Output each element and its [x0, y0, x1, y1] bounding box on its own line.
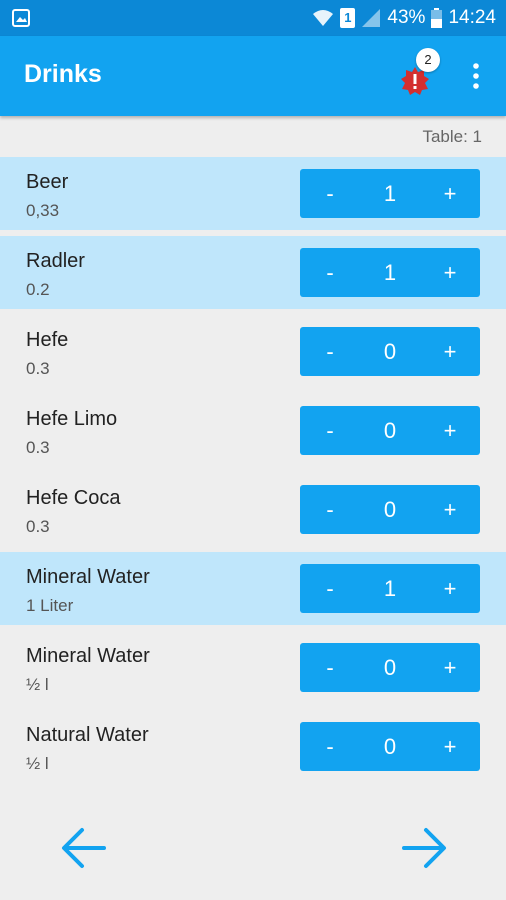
battery-icon — [431, 8, 443, 28]
increment-button[interactable]: + — [420, 485, 480, 534]
quantity-stepper: - 0 + — [300, 485, 480, 534]
page-title: Drinks — [24, 60, 102, 88]
increment-button[interactable]: + — [420, 643, 480, 692]
decrement-button[interactable]: - — [300, 406, 360, 455]
decrement-button[interactable]: - — [300, 248, 360, 297]
decrement-button[interactable]: - — [300, 564, 360, 613]
drink-row: Hefe Coca 0.3 - 0 + — [0, 473, 506, 546]
drink-size: 0.2 — [26, 280, 50, 299]
drink-size: ½ l — [26, 754, 49, 773]
drink-size: 0.3 — [26, 359, 50, 378]
increment-button[interactable]: + — [420, 722, 480, 771]
drink-row: Hefe 0.3 - 0 + — [0, 315, 506, 388]
quantity-value: 0 — [383, 655, 397, 680]
quantity-value: 1 — [383, 181, 397, 206]
quantity-stepper: - 1 + — [300, 169, 480, 218]
quantity-value: 0 — [383, 339, 397, 364]
drink-name: Mineral Water — [26, 566, 150, 588]
drink-row: Radler 0.2 - 1 + — [0, 236, 506, 309]
drink-row: Beer 0,33 - 1 + — [0, 157, 506, 230]
quantity-stepper: - 0 + — [300, 406, 480, 455]
drinks-list: Beer 0,33 - 1 + Radler 0.2 - 1 + Hefe 0.… — [0, 157, 506, 789]
drink-name: Hefe — [26, 329, 69, 351]
decrement-button[interactable]: - — [300, 485, 360, 534]
drink-row: Natural Water ½ l - 0 + — [0, 710, 506, 783]
drink-size: ½ l — [26, 675, 49, 694]
increment-button[interactable]: + — [420, 169, 480, 218]
app-bar: Drinks 2 — [0, 36, 506, 116]
drink-name: Radler — [26, 250, 85, 272]
decrement-button[interactable]: - — [300, 169, 360, 218]
quantity-stepper: - 0 + — [300, 327, 480, 376]
quantity-value: 0 — [383, 497, 397, 522]
drink-size: 0.3 — [26, 438, 50, 457]
drink-row: Hefe Limo 0.3 - 0 + — [0, 394, 506, 467]
quantity-value: 1 — [383, 576, 397, 601]
drink-name: Natural Water — [26, 724, 149, 746]
wifi-icon — [313, 10, 334, 26]
increment-button[interactable]: + — [420, 248, 480, 297]
gallery-icon — [12, 9, 30, 27]
status-bar: 1 43% 14:24 — [0, 0, 506, 36]
quantity-value: 0 — [383, 734, 397, 759]
quantity-stepper: - 0 + — [300, 643, 480, 692]
arrow-right-icon[interactable] — [400, 824, 448, 872]
drink-name: Beer — [26, 171, 69, 193]
quantity-stepper: - 0 + — [300, 722, 480, 771]
more-vert-icon[interactable] — [466, 62, 486, 90]
battery-percent: 43% — [387, 7, 426, 28]
drink-size: 0,33 — [26, 201, 60, 220]
quantity-value: 0 — [383, 418, 397, 443]
clock: 14:24 — [448, 7, 496, 28]
increment-button[interactable]: + — [420, 406, 480, 455]
drink-size: 1 Liter — [26, 596, 74, 615]
quantity-value: 1 — [383, 260, 397, 285]
drink-row: Mineral Water ½ l - 0 + — [0, 631, 506, 704]
increment-button[interactable]: + — [420, 327, 480, 376]
sim-icon: 1 — [340, 8, 356, 28]
decrement-button[interactable]: - — [300, 643, 360, 692]
table-label: Table: 1 — [422, 127, 482, 146]
decrement-button[interactable]: - — [300, 327, 360, 376]
drink-name: Hefe Limo — [26, 408, 118, 430]
decrement-button[interactable]: - — [300, 722, 360, 771]
quantity-stepper: - 1 + — [300, 248, 480, 297]
arrow-left-icon[interactable] — [60, 824, 108, 872]
drink-name: Hefe Coca — [26, 487, 121, 509]
notification-count: 2 — [416, 48, 440, 72]
drink-name: Mineral Water — [26, 645, 150, 667]
increment-button[interactable]: + — [420, 564, 480, 613]
signal-icon — [362, 9, 381, 27]
quantity-stepper: - 1 + — [300, 564, 480, 613]
drink-size: 0.3 — [26, 517, 50, 536]
alert-button[interactable]: 2 — [400, 48, 440, 95]
drink-row: Mineral Water 1 Liter - 1 + — [0, 552, 506, 625]
